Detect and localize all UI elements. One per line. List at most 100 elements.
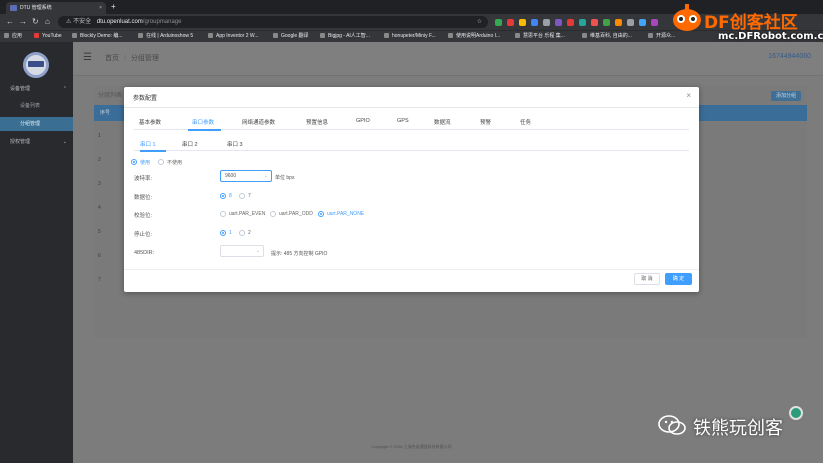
tab-serial-params[interactable]: 串口参数 — [192, 118, 214, 126]
back-icon[interactable]: ← — [6, 16, 14, 28]
not-secure-label: 不安全 — [73, 19, 92, 25]
tab-gps[interactable]: GPS — [397, 118, 409, 124]
table-row[interactable]: 5 — [98, 229, 101, 235]
data-bits-radio-7[interactable] — [239, 193, 245, 199]
extension-icon[interactable] — [579, 19, 586, 26]
sidebar-group-auth[interactable]: 授权管理 ⌄ — [0, 135, 73, 149]
browser-tab-title: DTU 管理系统 — [20, 5, 52, 11]
enable-radio-unused[interactable] — [158, 159, 164, 165]
extension-icon[interactable] — [591, 19, 598, 26]
serial-port-tabs: 串口 1 串口 2 串口 3 — [134, 138, 689, 152]
baud-unit: 单位 bps — [275, 175, 295, 181]
breadcrumb-home[interactable]: 首页 — [105, 55, 119, 62]
enable-radio-use[interactable] — [131, 159, 137, 165]
tab-network-params[interactable]: 网络通道参数 — [242, 118, 275, 126]
forward-icon[interactable]: → — [19, 16, 27, 28]
extension-icon[interactable] — [531, 19, 538, 26]
chevron-down-icon: ⌄ — [255, 248, 260, 254]
table-row[interactable]: 7 — [98, 277, 101, 283]
bookmark-youtube[interactable]: YouTube — [34, 31, 62, 42]
table-row[interactable]: 3 — [98, 181, 101, 187]
browser-tab[interactable]: DTU 管理系统 × — [6, 2, 106, 14]
parity-radio-odd[interactable] — [270, 211, 276, 217]
cancel-button[interactable]: 取 消 — [634, 273, 660, 285]
reload-icon[interactable]: ↻ — [32, 16, 39, 28]
extension-icon[interactable] — [615, 19, 622, 26]
dfrobot-watermark: DF创客社区 mc.DFRobot.com.cn — [670, 4, 823, 44]
tab-serial-3[interactable]: 串口 3 — [227, 140, 243, 148]
extension-icon[interactable] — [651, 19, 658, 26]
extension-icon[interactable] — [639, 19, 646, 26]
param-config-dialog: 参数配置 × 基本参数 串口参数 网络通道参数 预置信息 GPIO GPS 数据… — [124, 87, 699, 292]
active-tab-indicator — [188, 129, 221, 131]
tab-serial-2[interactable]: 串口 2 — [182, 140, 198, 148]
address-bar[interactable]: ⚠ 不安全 dtu.openluat.com/groupmanage ☆ — [58, 16, 488, 28]
tab-alert[interactable]: 预警 — [480, 118, 491, 126]
extension-icon[interactable] — [555, 19, 562, 26]
data-bits-label: 数据位: — [134, 195, 153, 201]
dialog-footer-divider — [124, 269, 699, 270]
bookmark-github[interactable]: honupeter/Miniy F... — [384, 31, 436, 42]
bookmark-app-inventor[interactable]: App Inventor 2 W... — [208, 31, 259, 42]
profile-badge-icon — [789, 406, 803, 420]
bookmark-blockly[interactable]: Blockly Demo: 编... — [72, 31, 123, 42]
tab-data-stream[interactable]: 数据流 — [434, 118, 451, 126]
extension-icon[interactable] — [603, 19, 610, 26]
extension-icon[interactable] — [519, 19, 526, 26]
baud-rate-select[interactable]: 9600 ⌄ — [220, 170, 272, 182]
menu-toggle-icon[interactable]: ☰ — [83, 52, 92, 63]
breadcrumb: 首页 / 分组管理 — [105, 53, 159, 63]
extension-icon[interactable] — [627, 19, 634, 26]
extension-download-icon[interactable] — [495, 19, 502, 26]
tab-basic-params[interactable]: 基本参数 — [139, 118, 161, 126]
bookmark-google-translate[interactable]: Google 翻译 — [273, 31, 309, 42]
parity-option-odd: uart.PAR_ODD — [279, 211, 313, 217]
extension-icon[interactable] — [543, 19, 550, 26]
sidebar-item-group-manage[interactable]: 分组管理 — [0, 117, 73, 131]
bookmark-bigjpg[interactable]: Bigjpg - AI人工智... — [320, 31, 370, 42]
dir-485-select[interactable]: ⌄ — [220, 245, 264, 257]
account-id[interactable]: 16744944060 — [768, 53, 811, 60]
param-tabs: 基本参数 串口参数 网络通道参数 预置信息 GPIO GPS 数据流 预警 任务 — [134, 116, 689, 131]
bookmark-star-icon[interactable]: ☆ — [477, 16, 482, 28]
parity-radio-none[interactable] — [318, 211, 324, 217]
table-row[interactable]: 6 — [98, 253, 101, 259]
bookmark-arduino-help[interactable]: 使用说明Arduino I... — [448, 31, 500, 42]
data-bits-option-8: 8 — [229, 193, 232, 199]
extension-icon[interactable] — [567, 19, 574, 26]
close-tab-icon[interactable]: × — [99, 2, 102, 14]
confirm-button[interactable]: 确 定 — [665, 273, 692, 285]
active-subtab-indicator — [140, 150, 166, 152]
table-row[interactable]: 2 — [98, 157, 101, 163]
data-bits-option-7: 7 — [248, 193, 251, 199]
stop-bits-radio-2[interactable] — [239, 230, 245, 236]
home-icon[interactable]: ⌂ — [45, 16, 50, 28]
table-row[interactable]: 4 — [98, 205, 101, 211]
wechat-handle-text: 铁熊玩创客 — [693, 418, 783, 439]
extension-icon[interactable] — [507, 19, 514, 26]
table-row[interactable]: 1 — [98, 133, 101, 139]
baud-label: 波特率: — [134, 176, 153, 182]
tab-serial-1[interactable]: 串口 1 — [140, 140, 156, 148]
data-bits-radio-8[interactable] — [220, 193, 226, 199]
chevron-down-icon: ⌄ — [62, 139, 67, 145]
tab-preset-info[interactable]: 预置信息 — [306, 118, 328, 126]
tab-task[interactable]: 任务 — [520, 118, 531, 126]
parity-radio-even[interactable] — [220, 211, 226, 217]
add-group-button[interactable]: 添加分组 — [770, 91, 801, 101]
sidebar-group-device[interactable]: 设备管理 ⌃ — [0, 82, 73, 96]
url-host: dtu.openluat.com — [96, 19, 143, 25]
dialog-divider — [124, 107, 699, 108]
tab-gpio[interactable]: GPIO — [356, 118, 370, 124]
bookmark-apps[interactable]: 应用 — [4, 31, 22, 42]
bookmark-wikipedia[interactable]: 维基百科, 自由的... — [582, 31, 632, 42]
breadcrumb-separator: / — [123, 55, 126, 62]
close-icon[interactable]: × — [686, 91, 691, 100]
sidebar-item-device-list[interactable]: 设备列表 — [0, 99, 73, 113]
enable-option-unused: 不使用 — [167, 160, 183, 166]
bookmark-platform[interactable]: 慧思平台 乐程 集... — [515, 31, 565, 42]
bookmark-arduinoshow[interactable]: 在线 | Arduinoshow 5 — [138, 31, 193, 42]
new-tab-button[interactable]: + — [111, 2, 116, 12]
stop-bits-radio-1[interactable] — [220, 230, 226, 236]
dir-485-label: 485DIR: — [134, 250, 155, 256]
